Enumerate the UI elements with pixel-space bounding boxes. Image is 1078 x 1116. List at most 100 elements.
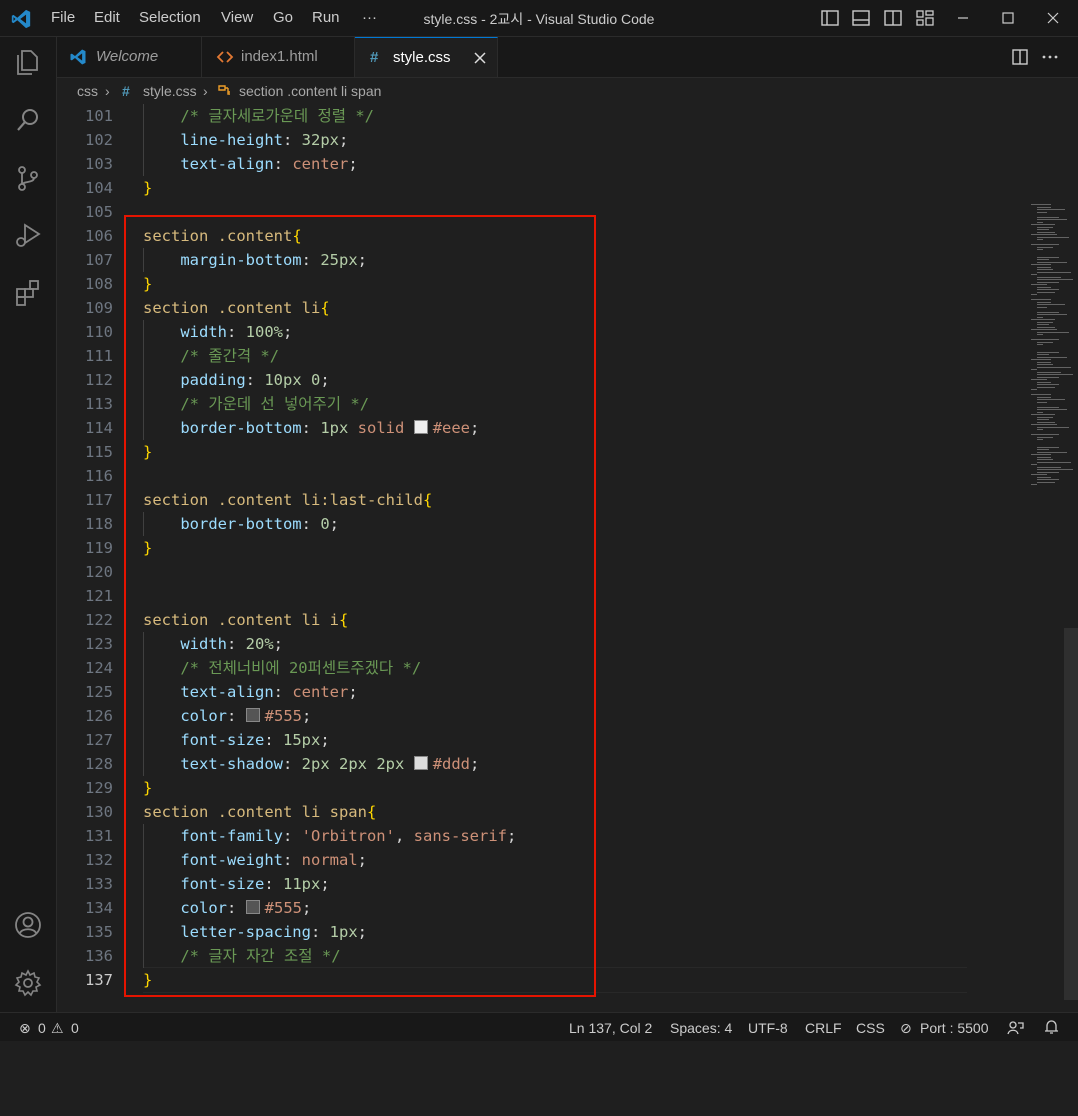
- minimap-line: [1037, 469, 1073, 470]
- live-server-port[interactable]: Port : 5500: [920, 1020, 989, 1036]
- minimap-line: [1031, 474, 1047, 475]
- minimap-line: [1037, 381, 1051, 383]
- minimap-line: [1037, 276, 1061, 278]
- minimap-line: [1037, 316, 1043, 318]
- indentation[interactable]: Spaces: 4: [670, 1020, 732, 1036]
- line-number: 105: [85, 203, 113, 221]
- line-number: 104: [85, 179, 113, 197]
- minimap-line: [1037, 479, 1059, 480]
- feedback-icon[interactable]: [1007, 1019, 1024, 1036]
- end-of-line[interactable]: CRLF: [805, 1020, 842, 1036]
- toggle-primary-sidebar-icon[interactable]: [820, 8, 840, 28]
- minimap-line: [1037, 411, 1043, 413]
- line-number: 134: [85, 899, 113, 917]
- editor-tab-bar: Welcome index1.html # style.css: [57, 37, 1078, 78]
- line-number: 127: [85, 731, 113, 749]
- line-text: /* 글자세로가운데 정렬 */: [180, 107, 374, 125]
- minimap-line: [1037, 269, 1053, 270]
- error-count[interactable]: 0: [38, 1020, 46, 1036]
- code-line[interactable]: 102 line-height: 32px;: [57, 128, 967, 152]
- minimap-line: [1037, 376, 1059, 378]
- minimap[interactable]: [1029, 204, 1078, 485]
- minimap-line: [1037, 289, 1059, 290]
- menu-edit[interactable]: Edit: [94, 9, 120, 26]
- line-number: 106: [85, 227, 113, 245]
- breadcrumb-folder[interactable]: css: [77, 83, 98, 99]
- minimap-line: [1037, 471, 1059, 473]
- code-line[interactable]: 104}: [57, 176, 967, 200]
- activity-bar: [0, 37, 57, 1012]
- breadcrumb-symbol[interactable]: section .content li span: [239, 83, 381, 99]
- minimap-line: [1037, 231, 1055, 233]
- menu-run[interactable]: Run: [312, 9, 340, 26]
- line-number: 102: [85, 131, 113, 149]
- run-debug-icon[interactable]: [12, 219, 44, 251]
- warning-icon[interactable]: ⚠: [51, 1020, 64, 1037]
- close-tab-icon[interactable]: [471, 49, 489, 67]
- close-icon[interactable]: [1043, 8, 1063, 28]
- minimize-icon[interactable]: [953, 8, 973, 28]
- minimap-line: [1031, 329, 1057, 330]
- encoding[interactable]: UTF-8: [748, 1020, 788, 1036]
- minimap-line: [1037, 229, 1049, 230]
- menu-selection[interactable]: Selection: [139, 9, 201, 26]
- minimap-line: [1037, 314, 1067, 315]
- broadcast-icon[interactable]: ⊘: [900, 1020, 912, 1037]
- line-number: 109: [85, 299, 113, 317]
- line-number: 116: [85, 467, 113, 485]
- minimap-line: [1037, 406, 1059, 408]
- more-menu-icon[interactable]: ···: [362, 9, 377, 26]
- error-icon[interactable]: ⊗: [19, 1020, 31, 1037]
- line-number: 121: [85, 587, 113, 605]
- menu-view[interactable]: View: [221, 9, 253, 26]
- code-line[interactable]: 101 /* 글자세로가운데 정렬 */: [57, 104, 967, 128]
- manage-gear-icon[interactable]: [12, 967, 44, 999]
- tab-style-css[interactable]: # style.css: [355, 37, 498, 77]
- minimap-line: [1031, 414, 1055, 415]
- html-icon: [216, 51, 234, 63]
- css-hash-icon: #: [370, 49, 379, 66]
- css-hash-icon: #: [122, 83, 130, 99]
- minimap-line: [1037, 286, 1051, 288]
- code-line[interactable]: 103 text-align: center;: [57, 152, 967, 176]
- warning-count[interactable]: 0: [71, 1020, 79, 1036]
- minimap-line: [1037, 261, 1067, 263]
- search-icon[interactable]: [12, 104, 44, 136]
- notifications-bell-icon[interactable]: [1043, 1019, 1060, 1036]
- minimap-line: [1037, 446, 1059, 448]
- minimap-line: [1037, 324, 1049, 325]
- toggle-secondary-sidebar-icon[interactable]: [883, 8, 903, 28]
- line-number: 119: [85, 539, 113, 557]
- tab-index1-html[interactable]: index1.html: [202, 37, 355, 77]
- tab-welcome[interactable]: Welcome: [57, 37, 202, 77]
- minimap-line: [1031, 454, 1051, 455]
- menu-file[interactable]: File: [51, 9, 75, 26]
- accounts-icon[interactable]: [12, 909, 44, 941]
- more-actions-icon[interactable]: [1040, 47, 1060, 67]
- scrollbar-thumb[interactable]: [1064, 628, 1078, 1000]
- customize-layout-icon[interactable]: [915, 8, 935, 28]
- split-editor-icon[interactable]: [1010, 47, 1030, 67]
- line-number: 117: [85, 491, 113, 509]
- minimap-line: [1037, 409, 1067, 410]
- toggle-panel-icon[interactable]: [851, 8, 871, 28]
- cursor-position[interactable]: Ln 137, Col 2: [569, 1020, 652, 1036]
- tab-label: index1.html: [241, 48, 318, 65]
- extensions-icon[interactable]: [12, 277, 44, 309]
- minimap-line: [1037, 281, 1059, 283]
- line-number: 103: [85, 155, 113, 173]
- minimap-line: [1037, 226, 1053, 228]
- minimap-line: [1037, 419, 1049, 420]
- line-number: 118: [85, 515, 113, 533]
- menu-go[interactable]: Go: [273, 9, 293, 26]
- explorer-icon[interactable]: [12, 46, 44, 78]
- maximize-icon[interactable]: [998, 8, 1018, 28]
- language-mode[interactable]: CSS: [856, 1020, 885, 1036]
- minimap-line: [1031, 464, 1037, 465]
- chevron-right-icon: ›: [105, 83, 110, 99]
- source-control-icon[interactable]: [12, 162, 44, 194]
- minimap-line: [1037, 356, 1067, 358]
- minimap-line: [1037, 466, 1061, 468]
- breadcrumb-file[interactable]: style.css: [143, 83, 197, 99]
- minimap-line: [1037, 301, 1051, 303]
